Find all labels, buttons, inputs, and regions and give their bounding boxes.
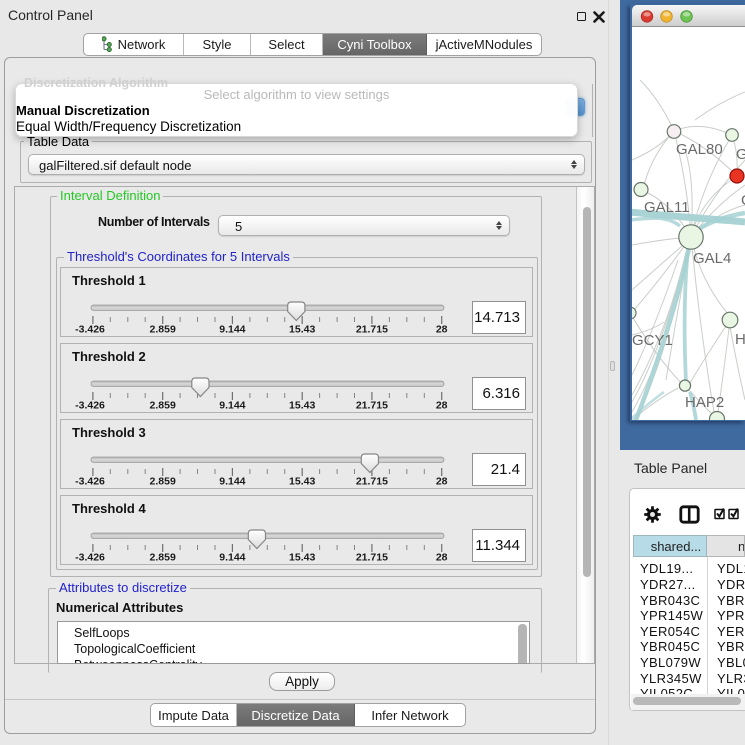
svg-text:21.715: 21.715 [356,476,388,488]
svg-text:HAP2: HAP2 [685,394,724,411]
svg-text:15.43: 15.43 [289,476,315,488]
svg-text:H: H [735,331,745,348]
svg-text:9.144: 9.144 [219,324,245,336]
svg-text:2.859: 2.859 [150,476,176,488]
svg-text:GAL11: GAL11 [644,199,690,216]
svg-text:15.43: 15.43 [289,400,315,412]
svg-text:-3.426: -3.426 [75,552,105,564]
svg-text:-3.426: -3.426 [75,400,105,412]
svg-text:2.859: 2.859 [150,324,176,336]
svg-text:28: 28 [436,476,448,488]
svg-text:15.43: 15.43 [289,552,315,564]
svg-text:15.43: 15.43 [289,324,315,336]
svg-text:2.859: 2.859 [150,400,176,412]
svg-text:GAL4: GAL4 [693,250,731,267]
svg-text:21.715: 21.715 [356,400,388,412]
svg-text:-3.426: -3.426 [75,324,105,336]
svg-text:9.144: 9.144 [219,552,245,564]
svg-text:28: 28 [436,400,448,412]
svg-text:GAL80: GAL80 [676,141,723,158]
svg-text:G: G [741,192,745,209]
svg-text:21.715: 21.715 [356,552,388,564]
svg-text:2.859: 2.859 [150,552,176,564]
svg-text:28: 28 [436,552,448,564]
svg-text:9.144: 9.144 [219,476,245,488]
svg-text:28: 28 [436,324,448,336]
svg-text:9.144: 9.144 [219,400,245,412]
svg-text:GA: GA [736,146,745,163]
svg-text:21.715: 21.715 [356,324,388,336]
svg-text:GCY1: GCY1 [632,332,673,349]
svg-text:-3.426: -3.426 [75,476,105,488]
